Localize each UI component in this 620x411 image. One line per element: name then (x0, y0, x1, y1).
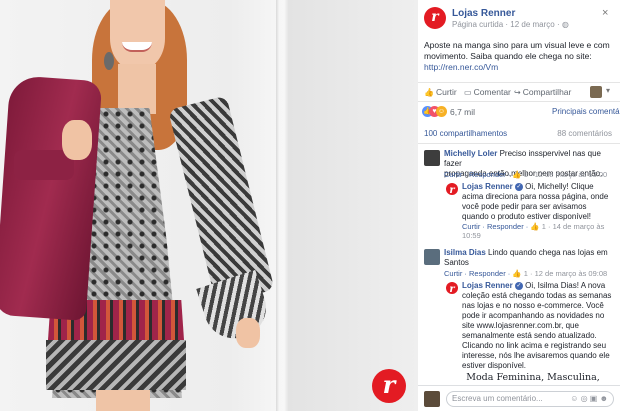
caption-line-2: movimento. Saiba quando ele chega no sit… (424, 51, 592, 61)
like-button[interactable]: 👍 Curtir (424, 87, 457, 97)
model-neck (118, 64, 156, 114)
reply-avatar[interactable]: r (446, 183, 458, 196)
reply-text: acima direciona para nossa página, onde (462, 192, 609, 201)
like-icon: 👍 (530, 222, 540, 231)
poster-avatar-selector[interactable] (590, 86, 602, 98)
page-avatar[interactable]: r (424, 7, 446, 29)
model-face (110, 0, 165, 70)
reply-text: pode ir acompanhando as novidades no (462, 311, 605, 320)
model-earring (104, 52, 114, 70)
like-icon: 👍 (512, 170, 522, 179)
promo-text: Moda Feminina, Masculina, (466, 372, 600, 383)
comment-input-icons[interactable]: ☺ ◎ ▣ ☻ (570, 394, 608, 403)
reply-text: nas lojas e no nosso e-commerce. Você (462, 301, 604, 310)
post-photo[interactable]: r (0, 0, 418, 411)
reply-text: interesse, nós lhe avisaremos quando ele (462, 351, 610, 360)
reactions-row[interactable]: 👍 ♥ ☺ 6,7 mil Principais comentários ▾ (422, 106, 620, 122)
like-label: Curtir (435, 87, 457, 97)
reply-author[interactable]: Lojas Renner (462, 182, 513, 191)
caption-link[interactable]: http://ren.ner.co/Vm (424, 62, 498, 72)
comment-like-reply-links[interactable]: Curtir · Responder · (444, 170, 512, 179)
comments-list: Michelly Loler Preciso insspervivel nas … (418, 146, 620, 382)
comment-avatar[interactable] (424, 150, 440, 166)
reaction-count[interactable]: 6,7 mil (450, 107, 475, 117)
comment-icon: ▭ (464, 88, 472, 97)
page-name-link[interactable]: Lojas Renner (452, 8, 515, 19)
model-legs (96, 390, 150, 411)
comment-button[interactable]: ▭ Comentar (464, 87, 511, 97)
comment-author[interactable]: Michelly Loler (444, 149, 497, 158)
reply-text: Oi, Isilma Dias! A nova (525, 281, 606, 290)
write-comment-bar: Escreva um comentário... ☺ ◎ ▣ ☻ (418, 385, 620, 411)
share-label: Compartilhar (522, 87, 572, 97)
globe-icon: ◍ (561, 20, 569, 29)
reply: Lojas Renner ✓ Oi, Isilma Dias! A nova c… (462, 281, 616, 371)
user-avatar (424, 391, 440, 407)
model-hand-holding-jacket (62, 120, 92, 160)
reply-text: Clicando no link acima e registrando seu (462, 341, 607, 350)
verified-icon: ✓ (514, 281, 523, 290)
comment-text: Santos (444, 258, 469, 267)
comment-label: Comentar (473, 87, 511, 97)
reply-text: semanalmente está sendo atualizado. (462, 331, 597, 340)
comment-text: Lindo quando chega nas lojas em (488, 248, 608, 257)
comment-avatar[interactable] (424, 249, 440, 265)
like-icon: 👍 (512, 269, 522, 278)
engagement-counts: 100 compartilhamentos 88 comentários (418, 126, 620, 144)
close-icon[interactable]: × (602, 7, 608, 19)
post-side-panel: r Lojas Renner Página curtida · 12 de ma… (418, 0, 620, 411)
comment-timestamp: 1 · 12 de março às 13:00 (521, 170, 608, 179)
burgundy-jacket (0, 75, 103, 321)
comment-author[interactable]: Isilma Dias (444, 248, 486, 257)
reply-timestamp-cont: 10:59 (462, 231, 481, 240)
reply-actions: Curtir · Responder · 👍 1 · 14 de março à… (462, 222, 604, 231)
reply-timestamp: 1 · 14 de março às (539, 222, 605, 231)
post-meta: Página curtida · 12 de março · ◍ (452, 20, 569, 29)
reply-avatar[interactable]: r (446, 282, 458, 295)
reply-text: você pode pedir para ser avisamos (462, 202, 587, 211)
reply-author[interactable]: Lojas Renner (462, 281, 513, 290)
comment-actions: Curtir · Responder · 👍 1 · 12 de março à… (444, 170, 607, 179)
model-hand (236, 318, 260, 348)
comment-like-reply-links[interactable]: Curtir · Responder · (444, 269, 512, 278)
share-icon: ↪ (514, 88, 521, 97)
verified-icon: ✓ (514, 182, 523, 191)
reply-like-reply-links[interactable]: Curtir · Responder · (462, 222, 530, 231)
chevron-down-icon[interactable]: ▾ (606, 86, 610, 95)
comments-count[interactable]: 88 comentários (557, 129, 612, 138)
reply-text: Oi, Michelly! Clique (525, 182, 594, 191)
facebook-photo-viewer: r r Lojas Renner Página curtida · 12 de … (0, 0, 620, 411)
dress-hem (46, 340, 186, 390)
comment-timestamp: 1 · 12 de março às 09:08 (521, 269, 608, 278)
wow-reaction-icon: ☺ (436, 106, 447, 117)
reply-text: coleção está chegando todas as semanas (462, 291, 612, 300)
share-button[interactable]: ↪ Compartilhar (514, 87, 571, 97)
caption-line-1: Aposte na manga sino para um visual leve… (424, 40, 610, 50)
comment: Isilma Dias Lindo quando chega nas lojas… (444, 248, 616, 268)
post-header: r Lojas Renner Página curtida · 12 de ma… (424, 7, 614, 33)
post-actions-bar: 👍 Curtir ▭ Comentar ↪ Compartilhar ▾ (418, 82, 620, 102)
post-caption: Aposte na manga sino para um visual leve… (424, 40, 612, 73)
photo-wall-fold (276, 0, 279, 411)
reply-text: quando o produto estiver disponível! (462, 212, 591, 221)
like-icon: 👍 (424, 88, 434, 97)
comment-actions: Curtir · Responder · 👍 1 · 12 de março à… (444, 269, 607, 278)
comment-sort-dropdown[interactable]: Principais comentários ▾ (552, 107, 620, 116)
post-meta-text: Página curtida · 12 de março · (452, 20, 562, 29)
reply: Lojas Renner ✓ Oi, Michelly! Clique acim… (462, 182, 616, 222)
reply-text: estiver disponível. (462, 361, 527, 370)
shares-count-link[interactable]: 100 compartilhamentos (424, 129, 507, 138)
reply-text: site www.lojasrenner.com.br, que (462, 321, 579, 330)
renner-logo-watermark: r (372, 369, 406, 403)
